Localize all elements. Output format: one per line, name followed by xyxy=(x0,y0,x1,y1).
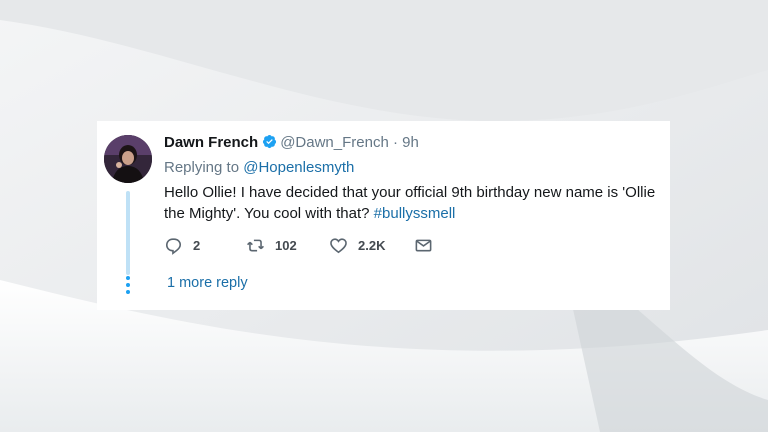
replying-prefix: Replying to xyxy=(164,159,240,176)
thread-dots-icon[interactable] xyxy=(125,276,131,296)
tweet-card[interactable]: Dawn French @Dawn_French · 9h Replying t… xyxy=(97,121,670,310)
thread-line xyxy=(126,191,130,275)
author-name[interactable]: Dawn French xyxy=(164,134,258,151)
header-separator: · xyxy=(392,134,398,151)
message-icon xyxy=(415,239,432,251)
verified-badge-icon xyxy=(263,134,277,149)
tweet-time[interactable]: 9h xyxy=(402,134,419,151)
avatar[interactable] xyxy=(104,135,152,183)
more-replies-link[interactable]: 1 more reply xyxy=(167,275,248,291)
retweet-button[interactable]: 102 xyxy=(246,234,297,256)
like-button[interactable]: 2.2K xyxy=(329,234,385,256)
like-icon xyxy=(330,237,347,253)
direct-message-button[interactable] xyxy=(414,234,433,256)
tweet-text: Hello Ollie! I have decided that your of… xyxy=(164,182,669,224)
hashtag-link[interactable]: #bullyssmell xyxy=(374,205,456,222)
retweet-count: 102 xyxy=(275,237,297,253)
reply-count: 2 xyxy=(193,237,201,253)
reply-icon xyxy=(165,237,182,255)
replying-handle-link[interactable]: @Hopenlesmyth xyxy=(243,159,354,176)
tweet-header: Dawn French @Dawn_French · 9h xyxy=(164,134,419,152)
replying-to: Replying to @Hopenlesmyth xyxy=(164,159,354,177)
author-handle[interactable]: @Dawn_French xyxy=(280,134,389,151)
retweet-icon xyxy=(247,239,264,251)
like-count: 2.2K xyxy=(358,237,386,253)
reply-button[interactable]: 2 xyxy=(164,234,200,256)
avatar-image xyxy=(104,135,152,183)
